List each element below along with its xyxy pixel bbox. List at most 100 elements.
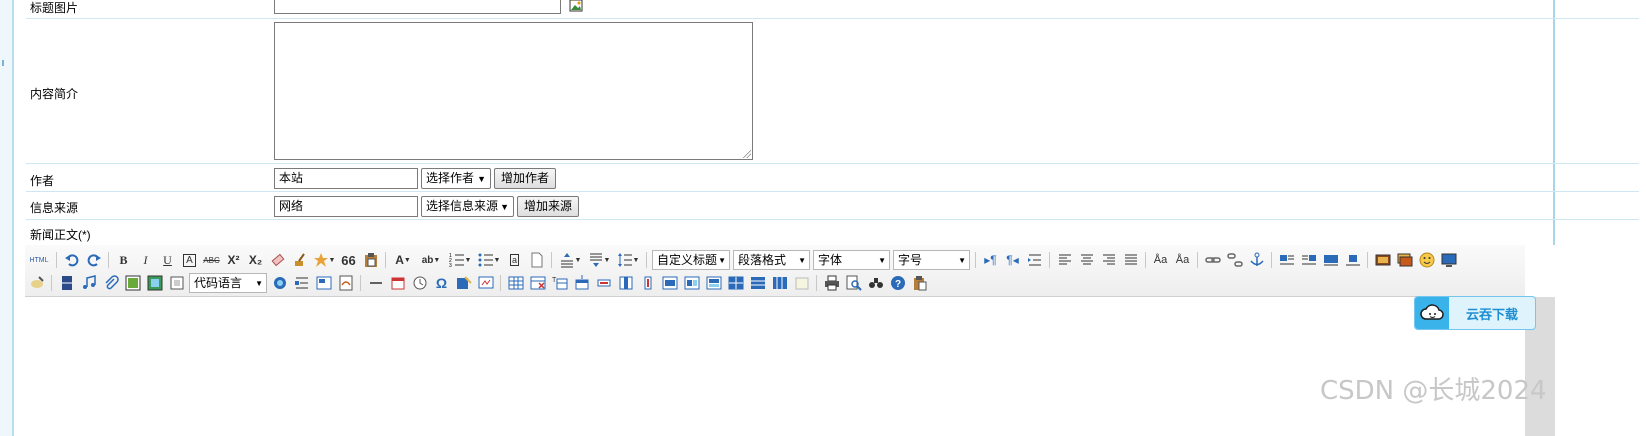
chart-icon[interactable]: [792, 274, 811, 293]
table-title-icon[interactable]: T: [550, 274, 569, 293]
superscript-icon[interactable]: X²: [224, 251, 243, 270]
blockquote-icon[interactable]: 66: [339, 251, 358, 270]
map-icon[interactable]: [27, 274, 46, 293]
paste-plain-icon[interactable]: [910, 274, 929, 293]
template-icon[interactable]: [292, 274, 311, 293]
date-icon[interactable]: [388, 274, 407, 293]
subscript-icon[interactable]: X₂: [246, 251, 265, 270]
snapscreen-icon[interactable]: [476, 274, 495, 293]
align-left-icon[interactable]: [1055, 251, 1074, 270]
time-icon[interactable]: [410, 274, 429, 293]
italic-icon[interactable]: I: [136, 251, 155, 270]
clear-doc-icon[interactable]: [527, 251, 546, 270]
cms-article-form-page: 标题图片 内容简介 作者 本站 选择作者 ▼ 增加作者 信息来源 网络 选择信息来…: [0, 0, 1646, 436]
multi-image-icon[interactable]: [1395, 251, 1414, 270]
row-spacing-top-icon[interactable]: ▼: [557, 251, 583, 270]
insert-code-icon[interactable]: [167, 274, 186, 293]
emoticon-icon[interactable]: [1417, 251, 1436, 270]
help-icon[interactable]: ?: [888, 274, 907, 293]
format-brush-icon[interactable]: [290, 251, 309, 270]
eraser-icon[interactable]: [268, 251, 287, 270]
code-language-select[interactable]: 代码语言 ▼: [189, 273, 267, 293]
align-right-icon[interactable]: [1099, 251, 1118, 270]
image-float-right-icon[interactable]: [1299, 251, 1318, 270]
delete-table-icon[interactable]: [528, 274, 547, 293]
insert-image-icon[interactable]: [569, 0, 583, 12]
preview-icon[interactable]: [844, 274, 863, 293]
link-icon[interactable]: [1203, 251, 1222, 270]
insert-row-above-icon[interactable]: [572, 274, 591, 293]
unordered-list-icon[interactable]: ▼: [476, 251, 502, 270]
chevron-down-icon: ▼: [878, 256, 886, 265]
align-justify-icon[interactable]: [1121, 251, 1140, 270]
scrawl-icon[interactable]: [336, 274, 355, 293]
split-cells-icon[interactable]: [726, 274, 745, 293]
merge-cells-icon[interactable]: [660, 274, 679, 293]
background-icon[interactable]: [314, 274, 333, 293]
split-cols-icon[interactable]: [770, 274, 789, 293]
rtl-direction-icon[interactable]: ¶◂: [1003, 251, 1022, 270]
insert-col-icon[interactable]: [616, 274, 635, 293]
paste-text-icon[interactable]: [361, 251, 380, 270]
auto-format-icon[interactable]: ▼: [312, 251, 336, 270]
paragraph-format-select[interactable]: 段落格式 ▼: [733, 250, 810, 270]
horizontal-rule-icon[interactable]: [366, 274, 385, 293]
resize-handle[interactable]: [743, 150, 751, 158]
select-all-icon[interactable]: a: [505, 251, 524, 270]
delete-row-icon[interactable]: [594, 274, 613, 293]
merge-right-icon[interactable]: [682, 274, 701, 293]
page-break-icon[interactable]: [57, 274, 76, 293]
anchor-icon[interactable]: [1247, 251, 1266, 270]
redo-icon[interactable]: [84, 251, 103, 270]
split-rows-icon[interactable]: [748, 274, 767, 293]
image-float-left-icon[interactable]: [1277, 251, 1296, 270]
image-none-icon[interactable]: [1321, 251, 1340, 270]
summary-textarea[interactable]: [274, 22, 753, 160]
ltr-direction-icon[interactable]: ▸¶: [981, 251, 1000, 270]
font-size-select[interactable]: 字号 ▼: [893, 250, 970, 270]
font-family-select[interactable]: 字体 ▼: [813, 250, 890, 270]
toolbar-separator: [1145, 252, 1146, 268]
source-input[interactable]: 网络: [274, 196, 418, 217]
font-color-icon[interactable]: A ▼: [391, 251, 415, 270]
insert-image-icon[interactable]: [1373, 251, 1392, 270]
undo-icon[interactable]: [62, 251, 81, 270]
merge-down-icon[interactable]: [704, 274, 723, 293]
insert-frame-icon[interactable]: [123, 274, 142, 293]
html-source-button[interactable]: HTML: [27, 251, 51, 270]
title-image-input[interactable]: [274, 0, 561, 14]
strikethrough-icon[interactable]: ABC: [202, 251, 221, 270]
align-center-icon[interactable]: [1077, 251, 1096, 270]
search-replace-icon[interactable]: [866, 274, 885, 293]
add-author-button[interactable]: 增加作者: [494, 168, 557, 189]
highlight-color-icon[interactable]: ab ▼: [418, 251, 444, 270]
bold-icon[interactable]: B: [114, 251, 133, 270]
line-height-icon[interactable]: ▼: [615, 251, 641, 270]
font-border-icon[interactable]: A: [180, 251, 199, 270]
author-input[interactable]: 本站: [274, 168, 418, 189]
insert-table-icon[interactable]: [506, 274, 525, 293]
author-select[interactable]: 选择作者 ▼: [421, 168, 491, 189]
print-icon[interactable]: [822, 274, 841, 293]
web-app-icon[interactable]: [270, 274, 289, 293]
source-select[interactable]: 选择信息来源 ▼: [421, 196, 514, 217]
image-center-icon[interactable]: [1343, 251, 1362, 270]
wordimage-icon[interactable]: [454, 274, 473, 293]
add-source-button[interactable]: 增加来源: [517, 196, 580, 217]
delete-col-icon[interactable]: [638, 274, 657, 293]
uppercase-icon[interactable]: Åa: [1151, 251, 1170, 270]
attachment-icon[interactable]: [101, 274, 120, 293]
ordered-list-icon[interactable]: 1 2 3 ▼: [447, 251, 473, 270]
download-widget[interactable]: 云吞下载: [1414, 296, 1536, 330]
video-icon[interactable]: [1439, 251, 1458, 270]
underline-icon[interactable]: U: [158, 251, 177, 270]
indent-icon[interactable]: [1025, 251, 1044, 270]
editor-toolbar: HTML B I U A ABC X² X₂ ▼ 66 A ▼ ab ▼ 1 2 3 ▼ …: [25, 245, 1525, 297]
gmap-icon[interactable]: [145, 274, 164, 293]
lowercase-icon[interactable]: Åa: [1173, 251, 1192, 270]
music-icon[interactable]: [79, 274, 98, 293]
custom-heading-select[interactable]: 自定义标题 ▼: [652, 250, 730, 270]
unlink-icon[interactable]: [1225, 251, 1244, 270]
row-spacing-bottom-icon[interactable]: ▼: [586, 251, 612, 270]
special-chars-icon[interactable]: Ω: [432, 274, 451, 293]
